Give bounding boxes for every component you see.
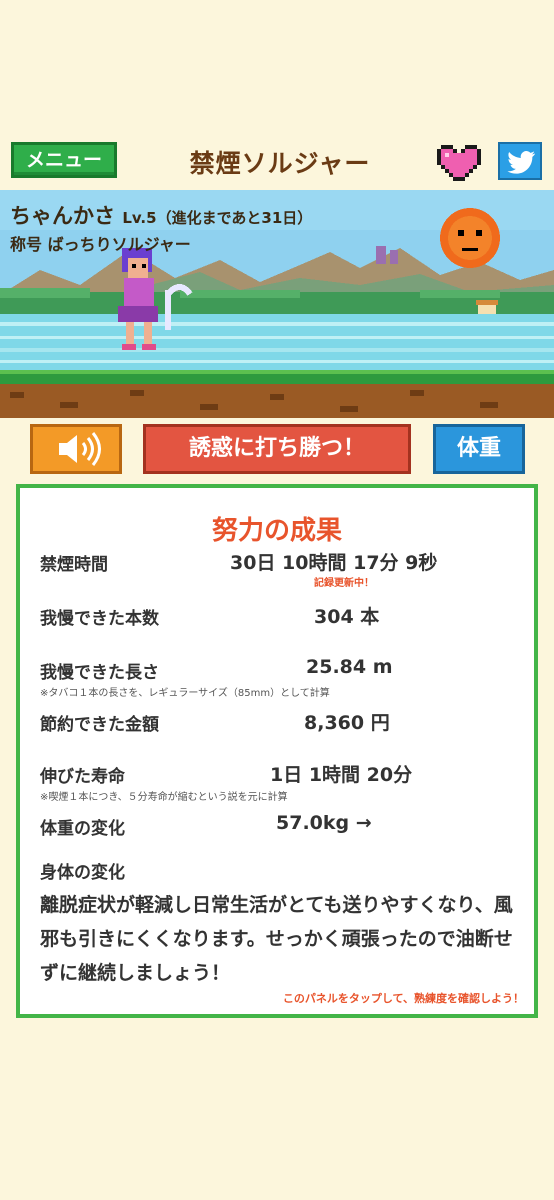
twitter-button[interactable] <box>498 142 542 180</box>
record-note: 記録更新中！ <box>314 578 374 589</box>
cigarettes-value: 304 本 <box>314 606 380 628</box>
character-title: 称号 ばっちりソルジャー <box>10 235 191 254</box>
app-title: 禁煙ソルジャー <box>189 149 371 178</box>
money-value: 8,360 円 <box>304 712 390 734</box>
weight-change-value: 57.0kg → <box>276 812 372 834</box>
money-label: 節約できた金額 <box>40 715 159 735</box>
body-change-text: 離脱症状が軽減し日常生活がとても送りやすくなり、風邪も引きにくくなります。せっか… <box>40 894 513 984</box>
cigarettes-label: 我慢できた本数 <box>40 609 159 629</box>
length-label: 我慢できた長さ <box>40 663 159 683</box>
length-note: ※タバコ１本の長さを、レギュラーサイズ（85mm）として計算 <box>40 688 330 699</box>
twitter-icon <box>507 151 535 174</box>
life-value: 1日 1時間 20分 <box>270 764 413 786</box>
length-value: 25.84 m <box>306 656 393 678</box>
results-panel[interactable]: 努力の成果 禁煙時間 30日 10時間 17分 9秒 記録更新中！ 我慢できた本… <box>16 484 538 1018</box>
character-level: Lv.5 <box>122 209 157 227</box>
weight-button[interactable]: 体重 <box>433 424 525 474</box>
life-label: 伸びた寿命 <box>40 767 125 787</box>
sound-button[interactable] <box>30 424 122 474</box>
character-name: ちゃんかさ Lv.5（進化まであと31日） <box>10 200 312 230</box>
panel-footer-note: このパネルをタップして、熟練度を確認しよう！ <box>282 992 524 1005</box>
quit-time-value: 30日 10時間 17分 9秒 <box>230 552 438 574</box>
weight-change-label: 体重の変化 <box>40 819 125 839</box>
body-change-label: 身体の変化 <box>40 863 125 883</box>
menu-button[interactable]: メニュー <box>11 142 117 178</box>
life-note: ※喫煙１本につき、５分寿命が縮むという説を元に計算 <box>40 792 288 803</box>
quit-time-label: 禁煙時間 <box>40 555 108 575</box>
resist-temptation-button[interactable]: 誘惑に打ち勝つ！ <box>143 424 411 474</box>
speaker-icon <box>59 432 101 466</box>
character-name-text: ちゃんかさ <box>10 204 115 228</box>
evolution-countdown: （進化まであと31日） <box>156 209 313 227</box>
panel-title: 努力の成果 <box>211 516 342 546</box>
heart-icon[interactable] <box>437 140 481 182</box>
app-header: メニュー 禁煙ソルジャー <box>0 138 554 186</box>
